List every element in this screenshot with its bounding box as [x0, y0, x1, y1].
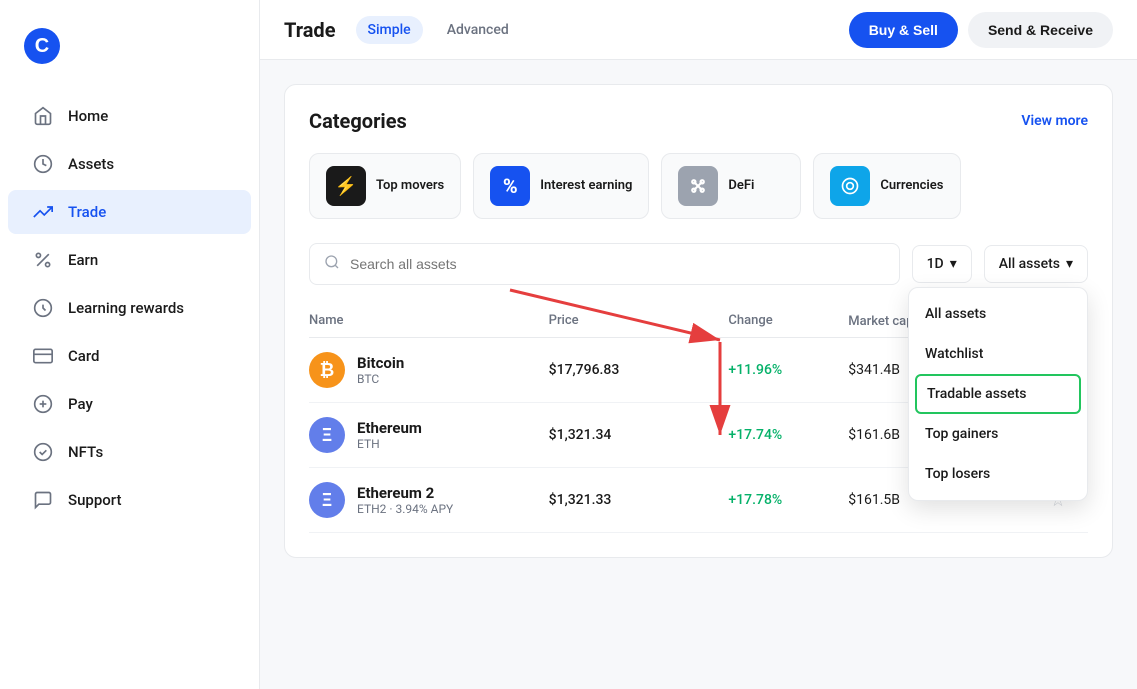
pay-icon: [32, 394, 54, 414]
ethereum-price: $1,321.34: [549, 427, 729, 443]
defi-icon: [678, 166, 718, 206]
search-icon: [324, 254, 340, 274]
sidebar-item-earn[interactable]: Earn: [8, 238, 251, 282]
top-movers-icon: ⚡: [326, 166, 366, 206]
sidebar-item-trade-label: Trade: [68, 203, 106, 221]
category-currencies[interactable]: Currencies: [813, 153, 960, 219]
sidebar-item-support-label: Support: [68, 491, 121, 509]
chevron-down-icon-2: ▾: [1066, 256, 1073, 272]
page-title: Trade: [284, 18, 336, 42]
bitcoin-change: +11.96%: [728, 362, 848, 378]
chevron-down-icon: ▾: [950, 256, 957, 272]
asset-info-ethereum: Ξ Ethereum ETH: [309, 417, 549, 453]
sidebar-item-earn-label: Earn: [68, 251, 98, 269]
sidebar-item-card-label: Card: [68, 347, 100, 365]
asset-filter-label: All assets: [999, 256, 1060, 272]
sidebar-item-pay[interactable]: Pay: [8, 382, 251, 426]
currencies-label: Currencies: [880, 178, 943, 195]
buy-sell-button[interactable]: Buy & Sell: [849, 12, 958, 48]
ethereum-icon: Ξ: [309, 417, 345, 453]
sidebar-item-assets-label: Assets: [68, 155, 114, 173]
sidebar-item-trade[interactable]: Trade: [8, 190, 251, 234]
asset-info-bitcoin: ₿ Bitcoin BTC: [309, 352, 549, 388]
sidebar-item-home[interactable]: Home: [8, 94, 251, 138]
dropdown-item-watchlist[interactable]: Watchlist: [909, 334, 1087, 374]
search-input[interactable]: [350, 256, 885, 272]
defi-label: DeFi: [728, 178, 754, 195]
main-content: Trade Simple Advanced Buy & Sell Send & …: [260, 0, 1137, 689]
asset-filter-wrapper: All assets ▾ All assets Watchlist Tradab…: [984, 245, 1088, 283]
logo: C: [0, 16, 259, 92]
sidebar-item-learning[interactable]: Learning rewards: [8, 286, 251, 330]
tab-advanced[interactable]: Advanced: [435, 16, 521, 44]
ethereum2-details: Ethereum 2 ETH2 · 3.94% APY: [357, 484, 453, 516]
sidebar-item-pay-label: Pay: [68, 395, 93, 413]
ethereum-name: Ethereum: [357, 419, 422, 437]
top-movers-label: Top movers: [376, 178, 444, 195]
ethereum2-name: Ethereum 2: [357, 484, 453, 502]
assets-icon: [32, 154, 54, 174]
time-filter-label: 1D: [927, 256, 944, 272]
category-pills: ⚡ Top movers % Interest earning DeFi: [309, 153, 1088, 219]
content-area: Categories View more ⚡ Top movers % Inte…: [260, 60, 1137, 689]
categories-title: Categories: [309, 109, 407, 133]
ethereum2-symbol: ETH2 · 3.94% APY: [357, 502, 453, 516]
bitcoin-name: Bitcoin: [357, 354, 404, 372]
search-filter-row: 1D ▾ All assets ▾ All assets Watchlist T…: [309, 243, 1088, 285]
header: Trade Simple Advanced Buy & Sell Send & …: [260, 0, 1137, 60]
category-top-movers[interactable]: ⚡ Top movers: [309, 153, 461, 219]
sidebar-item-nfts-label: NFTs: [68, 443, 103, 461]
header-actions: Buy & Sell Send & Receive: [849, 12, 1113, 48]
dropdown-item-top-gainers[interactable]: Top gainers: [909, 414, 1087, 454]
sidebar: C Home Assets Trade Earn Learning reward…: [0, 0, 260, 689]
main-card: Categories View more ⚡ Top movers % Inte…: [284, 84, 1113, 558]
col-name: Name: [309, 313, 549, 329]
trade-icon: [32, 202, 54, 222]
send-receive-button[interactable]: Send & Receive: [968, 12, 1113, 48]
svg-text:C: C: [35, 35, 49, 57]
dropdown-item-all-assets[interactable]: All assets: [909, 294, 1087, 334]
search-box[interactable]: [309, 243, 900, 285]
interest-earning-icon: %: [490, 166, 530, 206]
interest-earning-label: Interest earning: [540, 178, 632, 195]
category-defi[interactable]: DeFi: [661, 153, 801, 219]
bitcoin-details: Bitcoin BTC: [357, 354, 404, 386]
currencies-icon: [830, 166, 870, 206]
ethereum2-icon: Ξ: [309, 482, 345, 518]
time-filter-button[interactable]: 1D ▾: [912, 245, 972, 283]
bitcoin-icon: ₿: [309, 352, 345, 388]
category-interest-earning[interactable]: % Interest earning: [473, 153, 649, 219]
ethereum2-change: +17.78%: [728, 492, 848, 508]
card-icon: [32, 346, 54, 366]
nfts-icon: [32, 442, 54, 462]
dropdown-item-tradable-assets[interactable]: Tradable assets: [915, 374, 1081, 414]
asset-info-ethereum2: Ξ Ethereum 2 ETH2 · 3.94% APY: [309, 482, 549, 518]
ethereum-change: +17.74%: [728, 427, 848, 443]
sidebar-item-learning-label: Learning rewards: [68, 299, 184, 317]
asset-filter-dropdown: All assets Watchlist Tradable assets Top…: [908, 287, 1088, 501]
asset-filter-button[interactable]: All assets ▾: [984, 245, 1088, 283]
categories-header: Categories View more: [309, 109, 1088, 133]
bitcoin-price: $17,796.83: [549, 362, 729, 378]
sidebar-item-card[interactable]: Card: [8, 334, 251, 378]
dropdown-item-top-losers[interactable]: Top losers: [909, 454, 1087, 494]
sidebar-item-home-label: Home: [68, 107, 108, 125]
sidebar-item-support[interactable]: Support: [8, 478, 251, 522]
ethereum-symbol: ETH: [357, 437, 422, 451]
learning-icon: [32, 298, 54, 318]
ethereum-details: Ethereum ETH: [357, 419, 422, 451]
support-icon: [32, 490, 54, 510]
col-change: Change: [728, 313, 848, 329]
ethereum2-price: $1,321.33: [549, 492, 729, 508]
sidebar-item-nfts[interactable]: NFTs: [8, 430, 251, 474]
view-more-link[interactable]: View more: [1021, 113, 1088, 129]
tab-simple[interactable]: Simple: [356, 16, 423, 44]
bitcoin-symbol: BTC: [357, 372, 404, 386]
earn-icon: [32, 250, 54, 270]
home-icon: [32, 106, 54, 126]
sidebar-item-assets[interactable]: Assets: [8, 142, 251, 186]
col-price: Price: [549, 313, 729, 329]
